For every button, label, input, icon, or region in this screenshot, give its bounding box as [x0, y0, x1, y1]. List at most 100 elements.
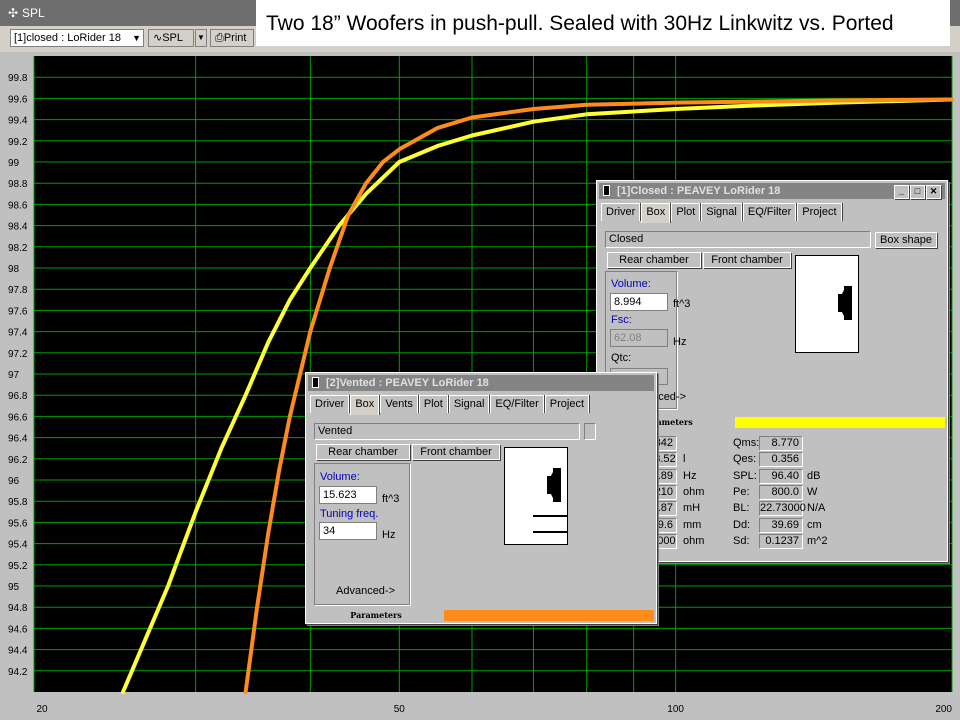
minimize-icon[interactable]: _ — [894, 185, 909, 199]
param-unit: mm — [683, 518, 702, 531]
param-name: Qes: — [733, 453, 757, 466]
closed-panel-title: [1]Closed : PEAVEY LoRider 18 — [617, 185, 781, 197]
rear-chamber-button[interactable]: Rear chamber — [316, 444, 410, 460]
param-name: BL: — [733, 502, 750, 515]
tab-driver[interactable]: Driver — [310, 395, 350, 413]
y-tick-label: 94.8 — [8, 603, 28, 614]
tuning-label: Tuning freq. — [320, 508, 379, 520]
window-title: SPL — [22, 6, 45, 20]
tab-signal[interactable]: Signal — [701, 203, 742, 221]
parameters-color-bar — [444, 610, 654, 621]
param-name: SPL: — [733, 469, 757, 482]
window-buttons: _ □ ✕ — [893, 185, 941, 201]
tuning-unit: Hz — [382, 529, 396, 541]
param-unit: cm — [807, 518, 822, 531]
param-unit: Hz — [683, 469, 697, 482]
vented-box-diagram — [504, 447, 568, 545]
param-unit: N/A — [807, 502, 826, 515]
spl-dropdown-button[interactable]: ▼ — [195, 29, 207, 47]
print-button[interactable]: ⎙Print — [210, 29, 254, 47]
vented-panel-titlebar[interactable]: [2]Vented : PEAVEY LoRider 18 — [308, 375, 654, 391]
param-value: 800.0 — [759, 484, 803, 500]
tab-box[interactable]: Box — [641, 203, 671, 223]
closed-panel-titlebar[interactable]: [1]Closed : PEAVEY LoRider 18 _ □ ✕ — [599, 183, 945, 199]
y-tick-label: 99.8 — [8, 73, 28, 84]
y-tick-label: 96.4 — [8, 434, 28, 445]
y-tick-label: 95.6 — [8, 518, 28, 529]
parameters-color-bar — [735, 417, 945, 428]
tab-project[interactable]: Project — [544, 395, 590, 413]
param-name: Qms: — [733, 437, 760, 449]
printer-icon: ⎙ — [215, 32, 224, 44]
front-chamber-button[interactable]: Front chamber — [412, 444, 500, 460]
volume-unit: ft^3 — [382, 493, 400, 505]
y-tick-label: 98 — [8, 264, 20, 275]
fsc-label: Fsc: — [611, 314, 632, 326]
slide-title: Two 18” Woofers in push-pull. Sealed wit… — [266, 12, 894, 35]
tab-box[interactable]: Box — [350, 395, 380, 415]
y-tick-label: 99.6 — [8, 94, 28, 105]
rear-chamber-button[interactable]: Rear chamber — [607, 252, 701, 268]
maximize-icon[interactable]: □ — [910, 185, 925, 199]
y-tick-label: 97.2 — [8, 349, 28, 360]
y-tick-label: 96.6 — [8, 412, 28, 423]
tab-plot[interactable]: Plot — [671, 203, 701, 221]
slide-title-box: Two 18” Woofers in push-pull. Sealed wit… — [256, 0, 950, 46]
param-unit: mH — [683, 502, 701, 515]
volume-label: Volume: — [320, 471, 360, 483]
y-tick-label: 96.8 — [8, 391, 28, 402]
tuning-input[interactable]: 34 — [319, 522, 377, 540]
y-tick-label: 99 — [8, 158, 20, 169]
y-tick-label: 98.4 — [8, 222, 28, 233]
y-tick-label: 97 — [8, 370, 20, 381]
y-tick-label: 95.8 — [8, 497, 28, 508]
param-unit: ohm — [683, 485, 705, 498]
tab-project[interactable]: Project — [797, 203, 842, 221]
front-chamber-button[interactable]: Front chamber — [703, 252, 791, 268]
box-type-field[interactable]: Closed — [605, 231, 871, 248]
window-icon — [603, 185, 610, 196]
x-tick-label: 200 — [935, 704, 952, 715]
param-unit: ohm — [683, 534, 705, 547]
tab-signal[interactable]: Signal — [448, 395, 490, 413]
tab-plot[interactable]: Plot — [418, 395, 448, 413]
dropdown-arrow-icon: ▼ — [132, 33, 141, 43]
volume-label: Volume: — [611, 278, 651, 290]
spl-button-label: SPL — [162, 32, 184, 44]
vented-box-panel: [2]Vented : PEAVEY LoRider 18 Driver Box V… — [305, 372, 657, 624]
fsc-unit: Hz — [673, 336, 687, 348]
tab-eq-filter[interactable]: EQ/Filter — [742, 203, 797, 221]
fsc-input: 62.08 — [610, 329, 668, 347]
x-tick-label: 50 — [394, 704, 406, 715]
volume-unit: ft^3 — [673, 298, 691, 310]
tab-driver[interactable]: Driver — [601, 203, 641, 221]
vented-panel-title: [2]Vented : PEAVEY LoRider 18 — [326, 377, 489, 389]
closed-panel-tabs: Driver Box Plot Signal EQ/Filter Project — [601, 203, 843, 223]
x-tick-label: 100 — [667, 704, 684, 715]
volume-input[interactable]: 15.623 — [319, 486, 377, 504]
y-tick-label: 98.2 — [8, 243, 28, 254]
volume-input[interactable]: 8.994 — [610, 293, 668, 311]
y-tick-label: 97.6 — [8, 306, 28, 317]
box-shape-button[interactable]: Box shape — [875, 232, 937, 248]
param-value: 0.356 — [759, 452, 803, 468]
tab-vents[interactable]: Vents — [380, 395, 418, 413]
param-name: Sd: — [733, 534, 750, 547]
param-unit: W — [807, 485, 818, 498]
box-shape-button[interactable] — [584, 423, 596, 440]
y-tick-label: 98.6 — [8, 200, 28, 211]
param-name: Pe: — [733, 485, 750, 498]
y-tick-label: 94.6 — [8, 624, 28, 635]
parameters-label[interactable]: Parameters — [308, 610, 444, 621]
advanced-button[interactable]: Advanced-> — [336, 585, 395, 597]
project-select[interactable]: [1]closed : LoRider 18 ▼ — [10, 29, 144, 47]
y-tick-label: 95.2 — [8, 561, 28, 572]
y-tick-label: 97.8 — [8, 285, 28, 296]
box-type-field[interactable]: Vented — [314, 423, 580, 440]
close-icon[interactable]: ✕ — [926, 185, 941, 199]
vented-panel-tabs: Driver Box Vents Plot Signal EQ/Filter Project — [310, 395, 590, 415]
speaker-driver-icon — [533, 468, 567, 533]
spl-button[interactable]: ∿SPL — [148, 29, 194, 47]
tab-eq-filter[interactable]: EQ/Filter — [490, 395, 544, 413]
project-select-value: [1]closed : LoRider 18 — [14, 32, 122, 44]
